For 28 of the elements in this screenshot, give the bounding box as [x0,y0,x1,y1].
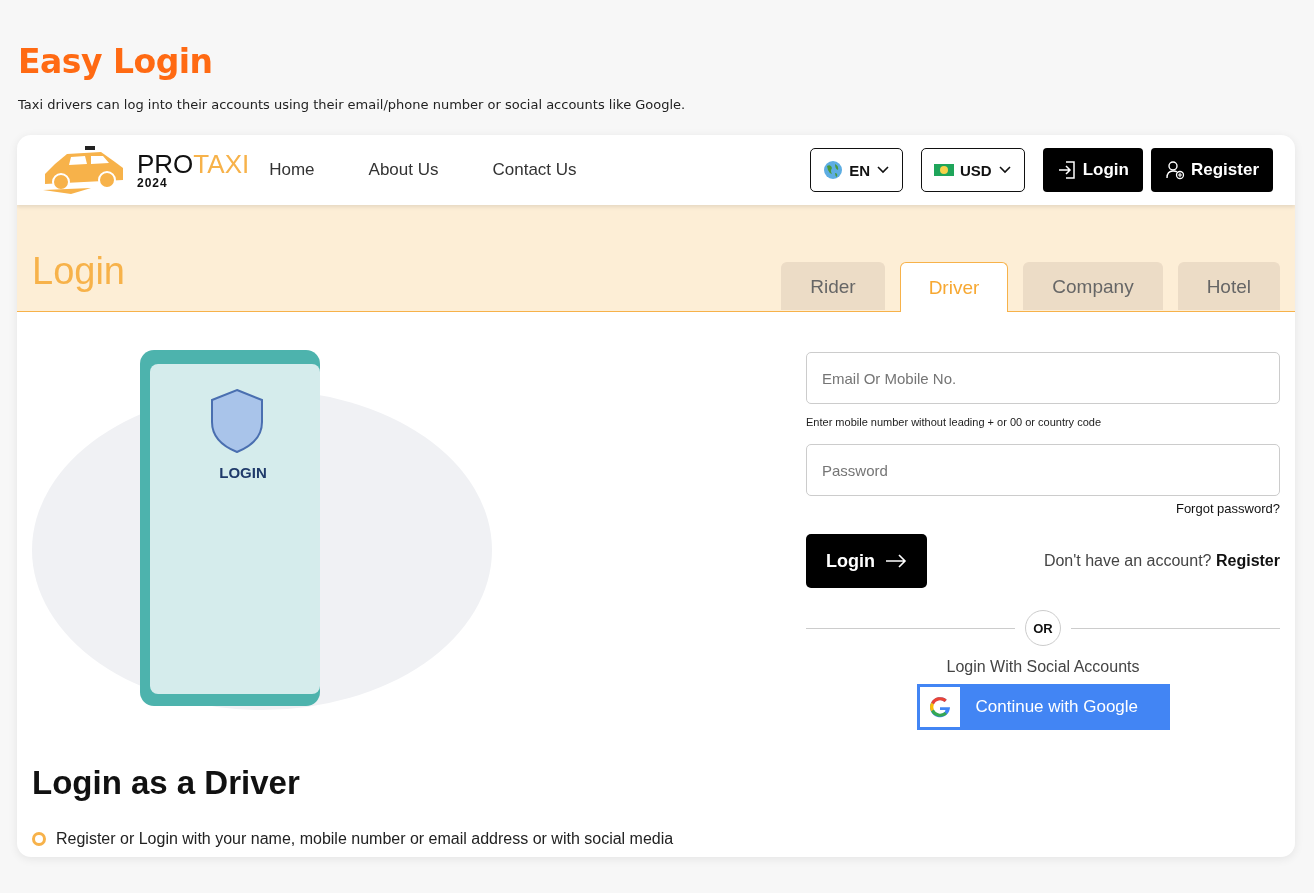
nav-link[interactable]: Home [269,160,315,180]
field-hint: Enter mobile number without leading + or 00 or country code [806,416,1103,428]
submit-button[interactable]: Login [806,534,927,588]
logo-word: PRO [137,151,194,177]
page-subtitle: Taxi drivers can log into their accounts using their email/phone number or social accounts like Google. [18,96,687,114]
nav-link[interactable]: Contact Us [492,160,577,180]
language-dropdown[interactable]: EN [810,148,904,192]
login-title: Login [32,250,125,293]
illustration-label: LOGIN [213,464,273,482]
email-field[interactable]: Email Or Mobile No. [806,352,1280,404]
currency-dropdown[interactable]: USD [921,148,1025,192]
role-tab[interactable]: Rider [781,262,885,310]
role-tab[interactable]: Hotel [1177,262,1280,310]
section-heading: Login as a Driver [32,764,301,802]
social-title: Login With Social Accounts [945,658,1141,676]
role-tab[interactable]: Company [1023,262,1163,310]
account-prompt: Don't have an account? Register [1043,552,1280,570]
register-button[interactable]: Register [1150,148,1273,192]
google-button[interactable]: Continue with Google [916,684,1170,730]
login-button[interactable]: Login [1042,148,1143,192]
nav-link[interactable]: About Us [368,160,439,180]
forgot-password-link[interactable]: Forgot password? [1175,501,1280,516]
logo-word: TAXI [193,151,250,177]
logo-year: 2024 [137,177,169,189]
bullet-text: Register or Login with your name, mobile number or email address or with social media [56,830,674,848]
password-field[interactable]: Password [806,444,1280,496]
register-link[interactable]: Register [1215,552,1280,569]
page-title: Easy Login [18,41,214,83]
